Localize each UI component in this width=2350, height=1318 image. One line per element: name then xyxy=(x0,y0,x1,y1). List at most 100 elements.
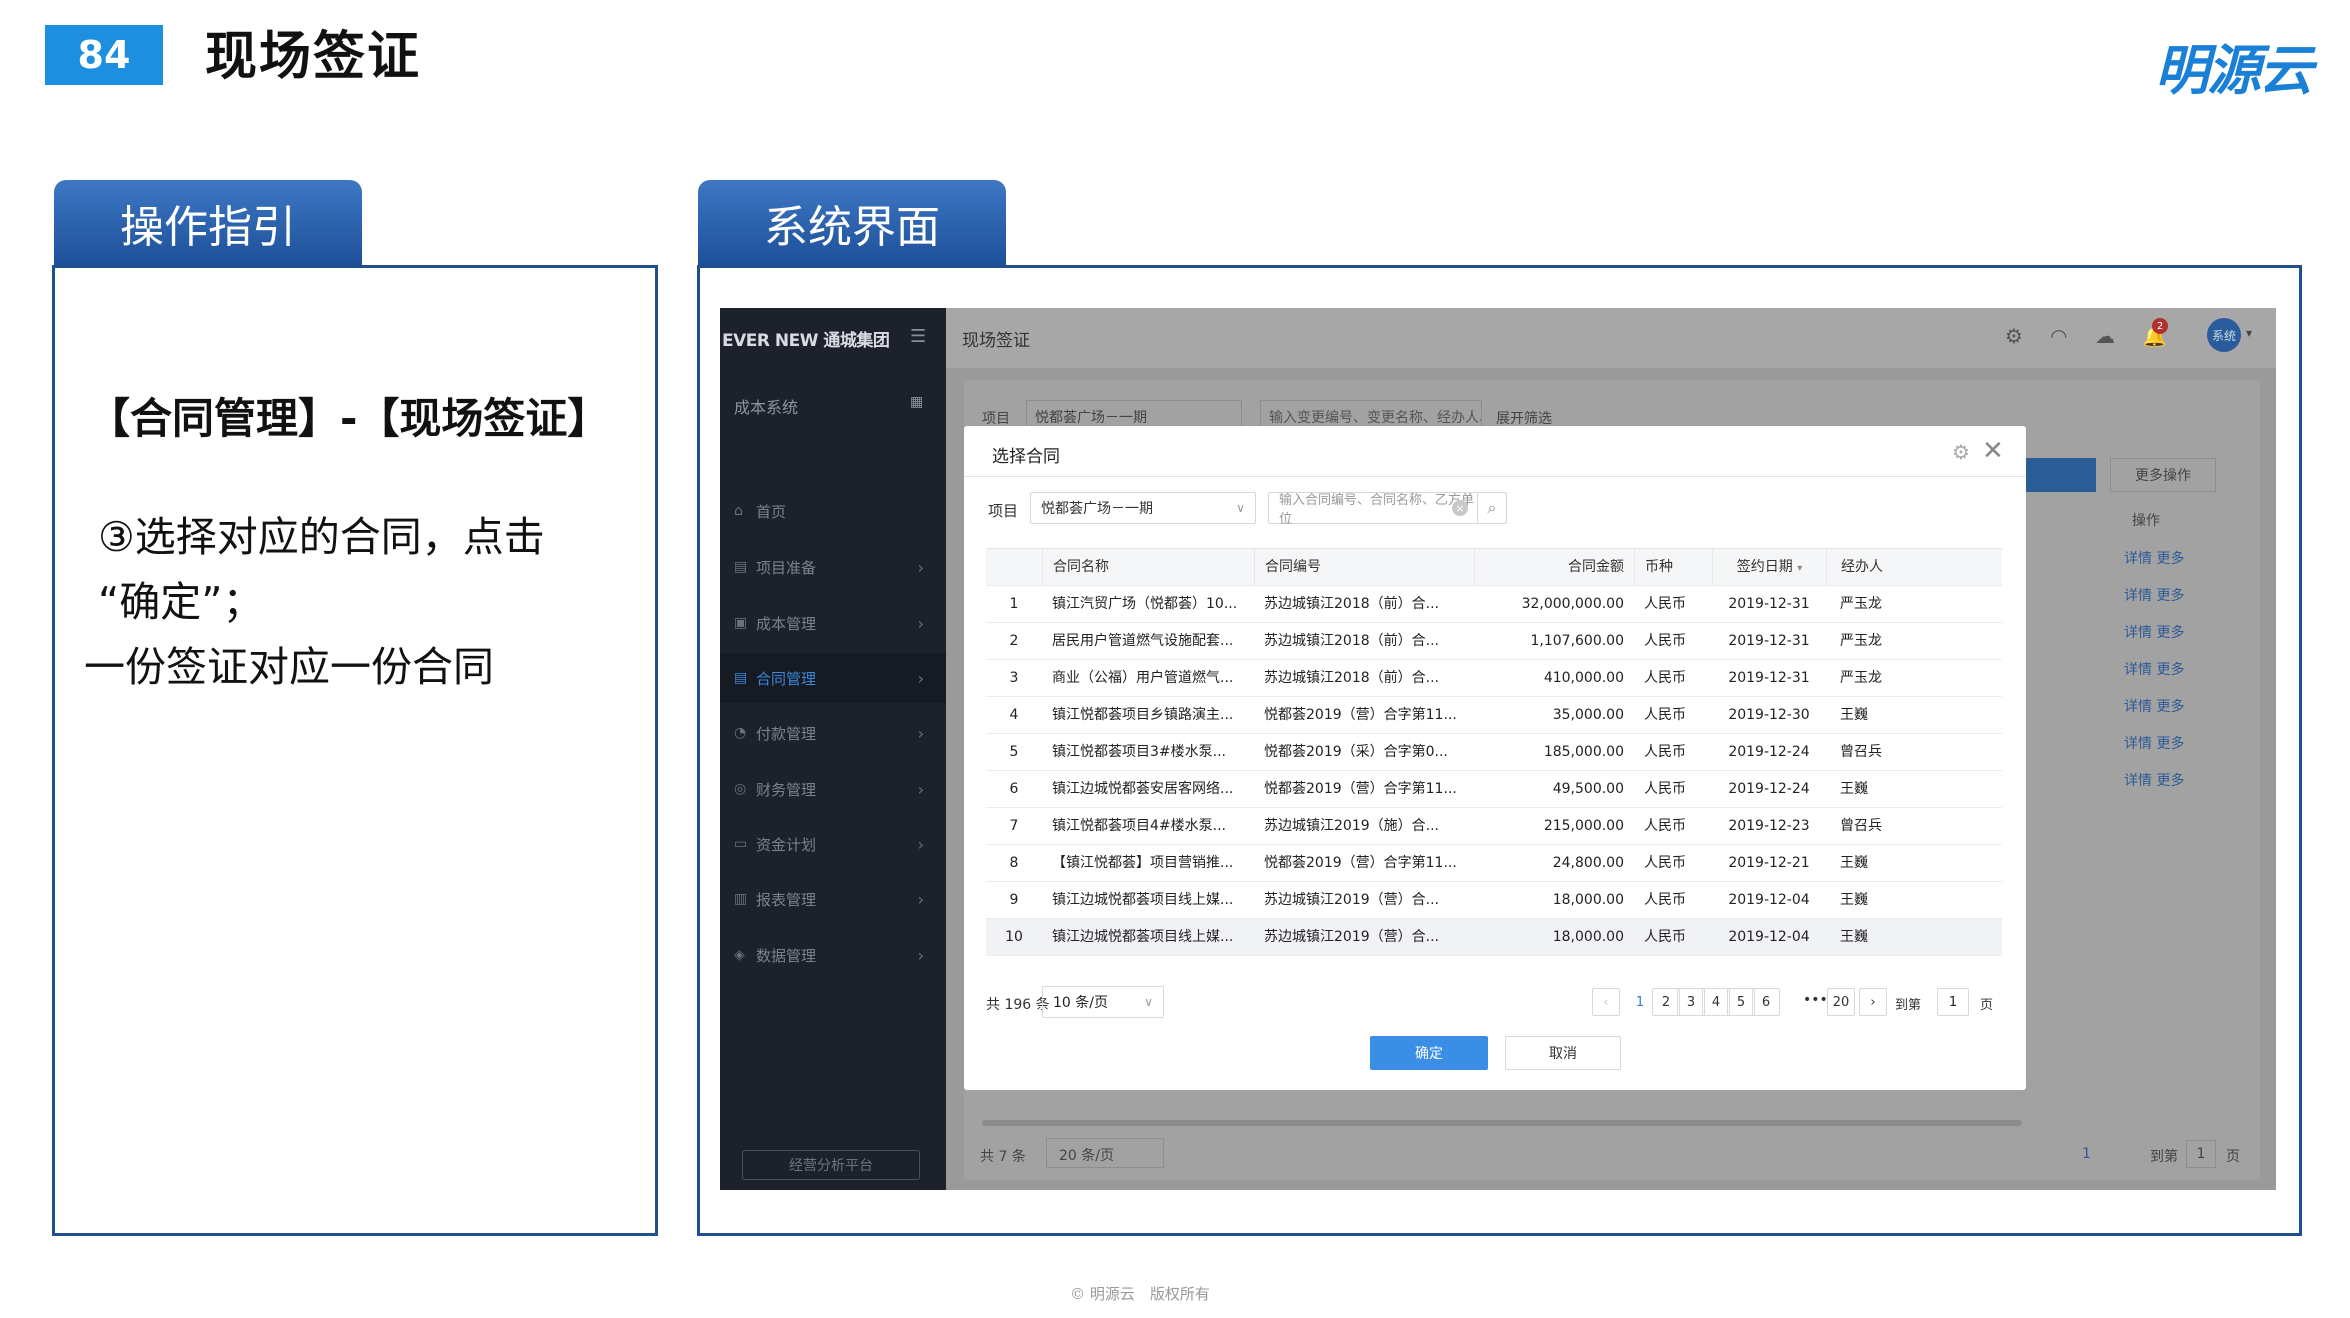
chevron-right-icon: › xyxy=(917,834,924,854)
page-ellipsis[interactable]: ••• xyxy=(1803,992,1828,1008)
page-button[interactable]: 4 xyxy=(1702,988,1730,1016)
nav-label: 财务管理 xyxy=(756,780,817,799)
clear-icon[interactable]: × xyxy=(1452,500,1468,516)
cell-manager: 王巍 xyxy=(1840,781,1868,797)
cloud-icon[interactable]: ☁ xyxy=(2095,324,2115,348)
bg-row-link[interactable]: 详情 更多 xyxy=(2124,548,2184,568)
chevron-down-icon[interactable]: ▾ xyxy=(2246,326,2252,340)
project-select[interactable]: 悦都荟广场－一期 ∨ xyxy=(1030,492,1256,524)
dialog-title: 选择合同 xyxy=(992,447,1060,467)
project-icon: ▤ xyxy=(734,559,748,575)
bg-row-link[interactable]: 详情 更多 xyxy=(2124,770,2184,790)
table-row[interactable]: 8 【镇江悦都荟】项目营销推... 悦都荟2019（营）合字第11... 24,800… xyxy=(986,845,2002,882)
page-button-last[interactable]: 20 xyxy=(1827,988,1855,1016)
cell-manager: 严玉龙 xyxy=(1840,596,1882,612)
bg-row-link[interactable]: 详情 更多 xyxy=(2124,696,2184,716)
guide-line-2: “确定”； xyxy=(98,578,264,626)
cell-index: 7 xyxy=(1009,818,1019,834)
home-icon: ⌂ xyxy=(734,503,743,519)
total-count: 共 196 条 xyxy=(986,997,1050,1013)
table-row[interactable]: 5 镇江悦都荟项目3#楼水泵... 悦都荟2019（采）合字第0... 185,000… xyxy=(986,734,2002,771)
settings-icon[interactable]: ⚙ xyxy=(1952,440,1970,464)
bg-scrollbar[interactable] xyxy=(982,1120,2022,1126)
chevron-right-icon: › xyxy=(917,613,924,633)
nav-contract[interactable]: ▤ 合同管理 › xyxy=(720,653,946,703)
table-row[interactable]: 6 镇江边城悦都荟安居客网络... 悦都荟2019（营）合字第11... 49,500… xyxy=(986,771,2002,808)
next-page-button[interactable]: › xyxy=(1859,988,1887,1016)
cost-icon: ▣ xyxy=(734,615,748,631)
cell-date: 2019-12-23 xyxy=(1728,818,1810,834)
nav-data[interactable]: ◈ 数据管理 › xyxy=(720,930,946,980)
bg-pagesize-select[interactable]: 20 条/页 xyxy=(1046,1138,1164,1168)
contract-search-input[interactable]: 输入合同编号、合同名称、乙方单位 xyxy=(1268,492,1478,527)
page-button[interactable]: 1 xyxy=(1626,988,1654,1016)
bg-page-1[interactable]: 1 xyxy=(2082,1146,2091,1162)
nav-label: 项目准备 xyxy=(756,558,817,577)
bg-goto-input[interactable]: 1 xyxy=(2186,1140,2216,1168)
cell-name: 【镇江悦都荟】项目营销推... xyxy=(1052,855,1234,871)
slide-title: 现场签证 xyxy=(205,27,422,87)
page-button[interactable]: 2 xyxy=(1652,988,1680,1016)
table-row[interactable]: 4 镇江悦都荟项目乡镇路演主... 悦都荟2019（营）合字第11... 35,000… xyxy=(986,697,2002,734)
notification-badge: 2 xyxy=(2152,318,2168,334)
bg-row-link[interactable]: 详情 更多 xyxy=(2124,585,2184,605)
prev-page-button[interactable]: ‹ xyxy=(1592,988,1620,1016)
table-row[interactable]: 1 镇江汽贸广场（悦都荟）10... 苏边城镇江2018（前）合... 32,000,… xyxy=(986,586,2002,623)
headset-icon[interactable]: ◠ xyxy=(2050,324,2067,348)
analysis-platform-button[interactable]: 经营分析平台 xyxy=(742,1150,920,1180)
cell-amount: 24,800.00 xyxy=(1552,855,1624,871)
bg-row-link[interactable]: 详情 更多 xyxy=(2124,659,2184,679)
page-button[interactable]: 3 xyxy=(1677,988,1705,1016)
bg-filter-toggle[interactable]: 展开筛选 xyxy=(1496,408,1552,428)
chevron-right-icon: › xyxy=(917,723,924,743)
bg-primary-button[interactable] xyxy=(2020,458,2096,492)
nav-home[interactable]: ⌂ 首页 xyxy=(720,486,946,536)
page-button[interactable]: 5 xyxy=(1727,988,1755,1016)
table-row[interactable]: 3 商业（公福）用户管道燃气... 苏边城镇江2018（前）合... 410,000.… xyxy=(986,660,2002,697)
table-row[interactable]: 7 镇江悦都荟项目4#楼水泵... 苏边城镇江2019（施）合... 215,000.… xyxy=(986,808,2002,845)
sort-icon[interactable]: ▾ xyxy=(1797,563,1802,574)
search-icon[interactable]: ⌕ xyxy=(1477,492,1507,524)
cell-currency: 人民币 xyxy=(1644,929,1686,945)
nav-project-prep[interactable]: ▤ 项目准备 › xyxy=(720,542,946,592)
cell-name: 镇江悦都荟项目乡镇路演主... xyxy=(1052,707,1234,723)
nav-cost[interactable]: ▣ 成本管理 › xyxy=(720,598,946,648)
project-value: 悦都荟广场－一期 xyxy=(1041,501,1153,517)
bg-more-ops-button[interactable]: 更多操作 xyxy=(2110,458,2216,492)
cell-currency: 人民币 xyxy=(1644,818,1686,834)
close-icon[interactable]: ✕ xyxy=(1982,436,2004,466)
cell-amount: 215,000.00 xyxy=(1543,818,1624,834)
table-row[interactable]: 10 镇江边城悦都荟项目线上媒... 苏边城镇江2019（营）合... 18,000.… xyxy=(986,919,2002,956)
bg-row-link[interactable]: 详情 更多 xyxy=(2124,622,2184,642)
confirm-button[interactable]: 确定 xyxy=(1370,1036,1488,1070)
cell-amount: 49,500.00 xyxy=(1552,781,1624,797)
goto-input[interactable]: 1 xyxy=(1937,988,1969,1016)
cancel-button[interactable]: 取消 xyxy=(1505,1036,1621,1070)
cell-index: 6 xyxy=(1009,781,1019,797)
cell-amount: 35,000.00 xyxy=(1552,707,1624,723)
menu-toggle-icon[interactable]: ☰ xyxy=(910,326,926,347)
bg-row-link[interactable]: 详情 更多 xyxy=(2124,733,2184,753)
nav-fund-plan[interactable]: ▭ 资金计划 › xyxy=(720,819,946,869)
data-icon: ◈ xyxy=(734,947,745,963)
nav-report[interactable]: ▥ 报表管理 › xyxy=(720,874,946,924)
chevron-down-icon: ∨ xyxy=(1144,995,1153,1009)
cell-code: 悦都荟2019（营）合字第11... xyxy=(1264,781,1457,797)
grid-icon[interactable]: ▦ xyxy=(910,394,923,410)
page-button[interactable]: 6 xyxy=(1752,988,1780,1016)
select-contract-dialog: 选择合同 ⚙ ✕ 项目 悦都荟广场－一期 ∨ 输入合同编号、合同名称、乙方单位 ×… xyxy=(964,426,2026,1090)
table-row[interactable]: 9 镇江边城悦都荟项目线上媒... 苏边城镇江2019（营）合... 18,000.0… xyxy=(986,882,2002,919)
col-amount: 合同金额 xyxy=(1474,549,1634,586)
cell-index: 10 xyxy=(1005,929,1023,945)
col-date[interactable]: 签约日期 ▾ xyxy=(1712,549,1826,586)
avatar[interactable]: 系统 xyxy=(2207,318,2241,352)
cell-index: 3 xyxy=(1009,670,1019,686)
table-row[interactable]: 2 居民用户管道燃气设施配套... 苏边城镇江2018（前）合... 1,107,60… xyxy=(986,623,2002,660)
nav-payment[interactable]: ◔ 付款管理 › xyxy=(720,708,946,758)
nav-finance[interactable]: ◎ 财务管理 › xyxy=(720,764,946,814)
pagesize-select[interactable]: 10 条/页 ∨ xyxy=(1042,986,1164,1018)
settings-icon[interactable]: ⚙ xyxy=(2005,324,2023,348)
bg-col-ops: 操作 xyxy=(2132,513,2160,529)
cell-manager: 王巍 xyxy=(1840,892,1868,908)
cell-currency: 人民币 xyxy=(1644,781,1686,797)
